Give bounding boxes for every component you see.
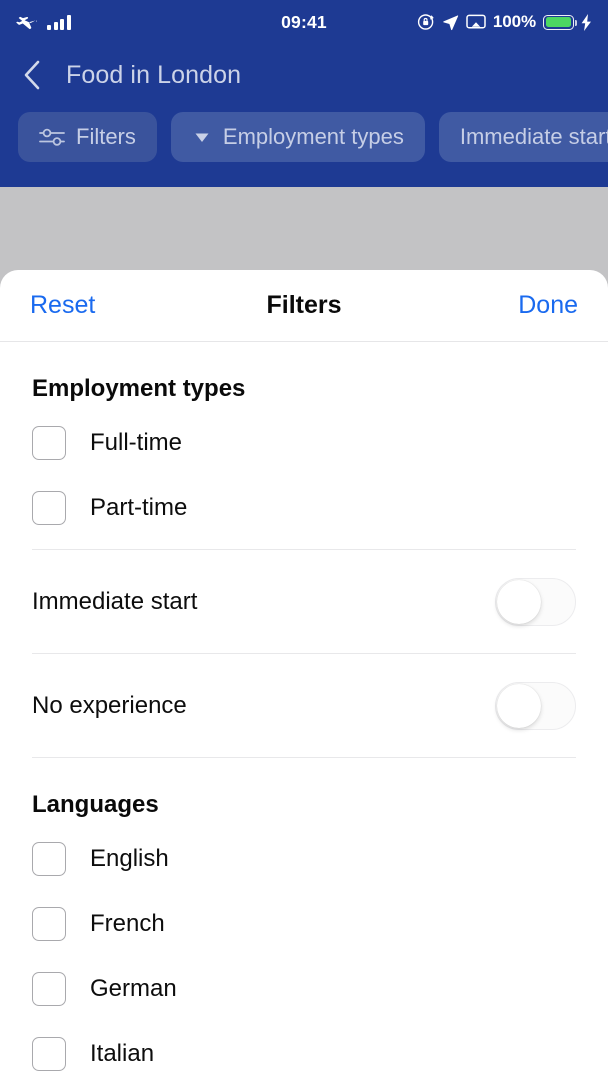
chevron-left-icon [24, 60, 40, 90]
checkbox-french[interactable] [32, 906, 66, 941]
back-button[interactable] [22, 58, 52, 92]
checkbox-italian[interactable] [32, 1036, 66, 1071]
rotation-lock-icon [417, 14, 434, 30]
battery-percent: 100% [492, 12, 536, 31]
toggle-label-immediate-start: Immediate start [32, 587, 198, 615]
checkbox-label-italian: Italian [90, 1039, 155, 1067]
chevron-down-icon [195, 133, 209, 142]
charging-bolt-icon [581, 13, 591, 31]
sheet-header: Reset Filters Done [0, 270, 608, 342]
app-header: 09:41 100% Food in London Filters Employ… [0, 0, 608, 187]
toggle-knob [497, 579, 541, 624]
sheet-body: Employment types Full-time Part-time Imm… [0, 342, 608, 1080]
checkbox-label-full-time: Full-time [90, 428, 183, 456]
chip-filters[interactable]: Filters [18, 112, 157, 162]
chip-filters-label: Filters [76, 124, 136, 149]
toggle-knob [497, 683, 541, 728]
checkbox-label-part-time: Part-time [90, 493, 188, 521]
checkbox-full-time[interactable] [32, 425, 66, 460]
checkbox-german[interactable] [32, 971, 66, 1006]
page-title: Food in London [66, 60, 242, 89]
status-bar: 09:41 100% [0, 0, 608, 44]
screen-mirroring-icon [466, 14, 486, 29]
status-bar-right: 100% [417, 12, 592, 32]
checkbox-row-part-time[interactable]: Part-time [0, 475, 608, 540]
mobile-screen: 09:41 100% Food in London Filters Employ… [0, 0, 608, 1080]
toggle-immediate-start[interactable] [495, 577, 576, 626]
nav-bar: Food in London [0, 44, 608, 106]
chip-immediate-start-label: Immediate start [459, 124, 608, 149]
cellular-signal-icon [47, 14, 71, 30]
section-title-languages: Languages [32, 791, 159, 818]
status-bar-left [16, 13, 71, 31]
checkbox-row-full-time[interactable]: Full-time [0, 410, 608, 475]
location-arrow-icon [443, 14, 459, 30]
checkbox-english[interactable] [32, 841, 66, 876]
done-button[interactable]: Done [518, 291, 578, 320]
checkbox-row-italian[interactable]: Italian [0, 1021, 608, 1080]
airplane-mode-icon [16, 16, 38, 30]
checkbox-label-french: French [90, 909, 165, 937]
reset-button[interactable]: Reset [30, 291, 95, 320]
filters-sheet: Reset Filters Done Employment types Full… [0, 270, 608, 1080]
chip-employment-types-label: Employment types [222, 124, 404, 149]
status-time: 09:41 [281, 11, 327, 32]
sliders-icon [39, 128, 65, 146]
checkbox-row-english[interactable]: English [0, 826, 608, 891]
toggle-row-no-experience[interactable]: No experience [0, 654, 608, 757]
toggle-row-immediate-start[interactable]: Immediate start [0, 550, 608, 653]
checkbox-row-french[interactable]: French [0, 891, 608, 956]
toggle-label-no-experience: No experience [32, 691, 187, 719]
battery-fill [545, 17, 572, 27]
battery-icon [543, 14, 578, 30]
section-title-employment: Employment types [32, 375, 246, 402]
checkbox-label-english: English [90, 844, 169, 872]
checkbox-row-german[interactable]: German [0, 956, 608, 1021]
checkbox-part-time[interactable] [32, 490, 66, 525]
checkbox-label-german: German [90, 974, 177, 1002]
chip-employment-types[interactable]: Employment types [170, 112, 425, 162]
toggle-no-experience[interactable] [495, 681, 576, 730]
filter-chips-row[interactable]: Filters Employment types Immediate start [0, 106, 608, 168]
chip-immediate-start[interactable]: Immediate start [438, 112, 608, 162]
